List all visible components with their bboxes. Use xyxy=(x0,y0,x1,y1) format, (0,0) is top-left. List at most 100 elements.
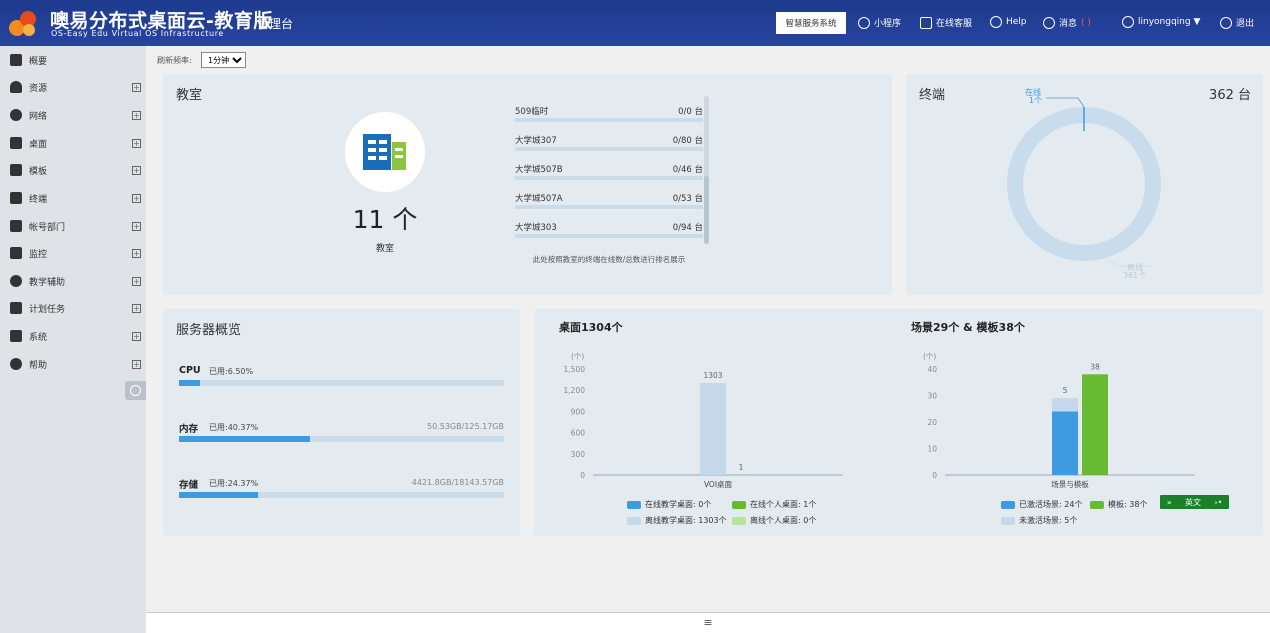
sidebar-item-desktop[interactable]: 桌面 + xyxy=(0,130,146,156)
expand-icon[interactable]: + xyxy=(132,165,141,175)
sidebar-item-label: 资源 xyxy=(29,83,48,94)
help-icon xyxy=(10,358,22,370)
legend-item[interactable]: 离线教学桌面: 1303个 xyxy=(627,515,727,526)
scrollbar-thumb[interactable] xyxy=(704,176,709,244)
terminal-donut-chart: 在线 1个 离线 361个 xyxy=(1007,87,1161,280)
monitor-chart-icon xyxy=(10,247,22,259)
sidebar-item-label: 监控 xyxy=(29,249,48,260)
y-tick-label: 300 xyxy=(571,450,586,459)
storage-label: 存储 xyxy=(179,480,199,491)
template-icon xyxy=(10,164,22,176)
messages-link[interactable]: 消息 ( ) xyxy=(1043,16,1091,29)
online-service-link[interactable]: 在线客服 xyxy=(920,16,972,29)
expand-icon[interactable]: + xyxy=(132,303,141,313)
expand-icon[interactable]: + xyxy=(132,221,141,231)
server-icon xyxy=(920,16,932,29)
legend-item[interactable]: 在线教学桌面: 0个 xyxy=(627,499,711,510)
user-label: linyongqing ▼ xyxy=(1138,17,1201,27)
online-value: 1个 xyxy=(1029,96,1042,105)
room-value: 0/46 台 xyxy=(672,165,703,175)
app-console-label: 管理台 xyxy=(257,17,294,31)
online-leader-line xyxy=(1046,97,1085,108)
sidebar-item-system[interactable]: 系统 + xyxy=(0,323,146,349)
refresh-label: 刷新频率: xyxy=(157,56,192,65)
messages-count: ( ) xyxy=(1081,17,1091,28)
help-label: Help xyxy=(1006,17,1027,27)
cpu-label: CPU xyxy=(179,365,201,376)
y-axis-unit: (个) xyxy=(571,352,584,361)
logout-link[interactable]: 退出 xyxy=(1220,16,1254,29)
sidebar-item-accounts[interactable]: 帐号部门 + xyxy=(0,213,146,239)
expand-icon[interactable]: + xyxy=(132,276,141,286)
sidebar-item-resources[interactable]: 资源 + xyxy=(0,74,146,100)
language-switch-widget[interactable]: » 英文 ›• xyxy=(1160,495,1229,509)
sidebar-item-monitoring[interactable]: 监控 + xyxy=(0,240,146,266)
y-tick-label: 0 xyxy=(580,471,585,480)
room-ranking-note: 此处按照教室的终端在线数/总数进行排名展示 xyxy=(532,255,686,264)
room-value: 0/53 台 xyxy=(672,194,703,204)
classroom-card: 教室 11 个 教室 509临时 0/0 台 大学城307 0/80 台 大学城… xyxy=(163,74,892,295)
sidebar-item-template[interactable]: 模板 + xyxy=(0,157,146,183)
room-progress-bar xyxy=(515,205,703,209)
expand-icon[interactable]: + xyxy=(132,359,141,369)
expand-icon[interactable]: + xyxy=(132,248,141,258)
sidebar-item-label: 教学辅助 xyxy=(29,277,66,288)
legend-label: 离线个人桌面: 0个 xyxy=(750,516,817,525)
desktop-chart-title: 桌面1304个 xyxy=(559,321,623,334)
refresh-select[interactable]: 1分钟 xyxy=(201,52,246,68)
legend-item[interactable]: 模板: 38个 xyxy=(1090,499,1147,510)
room-name: 大学城507B xyxy=(515,165,563,175)
data-label: 1303 xyxy=(703,371,722,380)
room-name: 大学城307 xyxy=(515,136,557,146)
sidebar-item-network[interactable]: 网络 + xyxy=(0,102,146,128)
y-tick-label: 600 xyxy=(571,429,586,438)
y-tick-label: 1,500 xyxy=(564,365,586,374)
sidebar-item-help[interactable]: 帮助 + xyxy=(0,351,146,377)
legend-label: 未激活场景: 5个 xyxy=(1019,516,1078,525)
bar-2 xyxy=(1082,374,1108,475)
expand-icon[interactable]: + xyxy=(132,110,141,120)
legend-item[interactable]: 已激活场景: 24个 xyxy=(1001,499,1082,510)
help-link[interactable]: Help xyxy=(990,16,1027,28)
expand-icon[interactable]: + xyxy=(132,138,141,148)
sidebar-item-tasks[interactable]: 计划任务 + xyxy=(0,295,146,321)
bottom-handle-icon[interactable]: ≡ xyxy=(146,616,1270,629)
mini-program-link[interactable]: 小程序 xyxy=(858,16,901,29)
y-tick-label: 0 xyxy=(932,471,937,480)
sidebar-item-overview[interactable]: 概要 xyxy=(0,47,146,73)
expand-icon[interactable]: + xyxy=(132,193,141,203)
sidebar-item-label: 模板 xyxy=(29,166,48,177)
sidebar: 概要 资源 + 网络 + 桌面 + 模板 + 终端 + 帐号部门 + 监控 + … xyxy=(0,46,146,633)
messages-label: 消息 xyxy=(1059,19,1078,29)
legend-item[interactable]: 未激活场景: 5个 xyxy=(1001,515,1077,526)
legend-item[interactable]: 在线个人桌面: 1个 xyxy=(732,499,816,510)
room-value: 0/0 台 xyxy=(678,107,703,117)
memory-progress-fill xyxy=(179,436,311,442)
y-tick-label: 1,200 xyxy=(564,386,586,395)
sidebar-item-terminal[interactable]: 终端 + xyxy=(0,185,146,211)
bar-1 xyxy=(1052,398,1078,412)
y-tick-label: 900 xyxy=(571,407,586,416)
expand-icon[interactable]: + xyxy=(132,331,141,341)
expand-icon[interactable]: + xyxy=(132,82,141,92)
legend-swatch xyxy=(732,516,746,525)
online-service-label: 在线客服 xyxy=(936,19,973,29)
sidebar-item-label: 网络 xyxy=(29,111,48,122)
storage-progress-fill xyxy=(179,492,259,498)
chevron-icon: » xyxy=(1166,497,1172,507)
user-menu[interactable]: linyongqing ▼ xyxy=(1122,16,1200,28)
room-list-scrollbar[interactable] xyxy=(704,96,709,244)
server-title: 服务器概览 xyxy=(176,323,242,338)
storage-progress-bar xyxy=(179,492,504,498)
sidebar-item-label: 帮助 xyxy=(29,360,48,371)
smart-service-button[interactable]: 智慧服务系统 xyxy=(776,12,846,34)
sidebar-item-teaching[interactable]: 教学辅助 + xyxy=(0,268,146,294)
sidebar-collapse-button[interactable] xyxy=(125,381,146,400)
legend-item[interactable]: 离线个人桌面: 0个 xyxy=(732,515,816,526)
calendar-icon xyxy=(10,302,22,314)
classroom-title: 教室 xyxy=(176,88,203,103)
legend-swatch xyxy=(1001,500,1015,509)
room-name: 大学城507A xyxy=(515,194,563,204)
room-progress-bar xyxy=(515,118,703,122)
legend-label: 在线教学桌面: 0个 xyxy=(645,500,712,509)
